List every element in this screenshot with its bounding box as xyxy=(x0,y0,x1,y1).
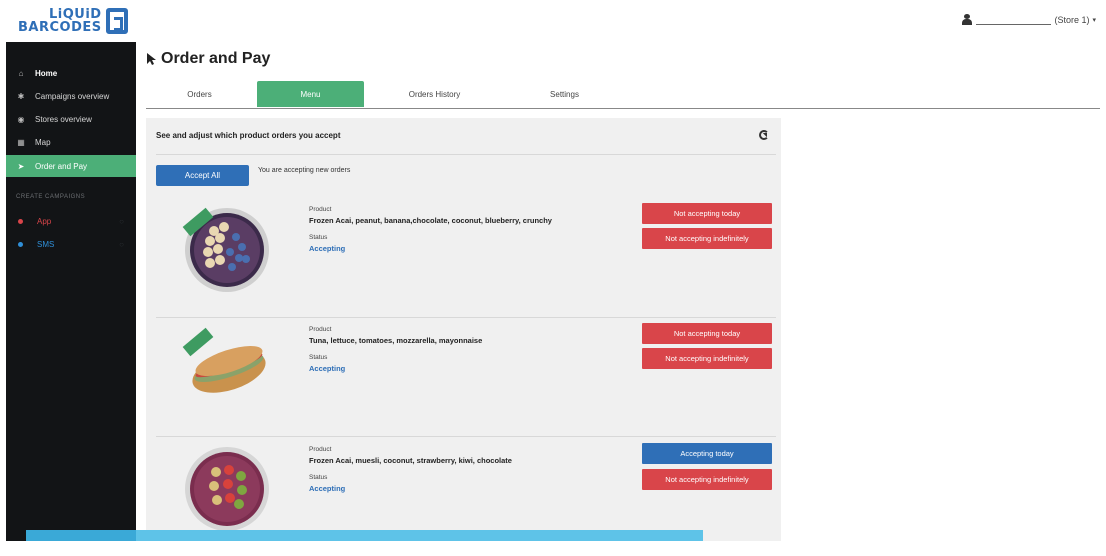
status-label: Status xyxy=(309,234,328,241)
tab-orders[interactable]: Orders xyxy=(146,81,253,107)
refresh-icon[interactable] xyxy=(759,130,769,140)
tab-orders-history[interactable]: Orders History xyxy=(381,81,488,107)
tab-bar: Orders Menu Orders History Settings xyxy=(146,81,1100,109)
tab-menu[interactable]: Menu xyxy=(257,81,364,107)
brand-logo[interactable]: LiQUiD BARCODES xyxy=(18,8,128,34)
product-label: Product xyxy=(309,446,332,453)
product-info: Product Tuna, lettuce, tomatoes, mozzare… xyxy=(309,326,599,373)
page-title: Order and Pay xyxy=(146,50,270,68)
product-info: Product Frozen Acai, muesli, coconut, st… xyxy=(309,446,599,493)
sidebar-item-order-and-pay[interactable]: ➤ Order and Pay xyxy=(6,155,136,177)
sidebar-item-label: Order and Pay xyxy=(35,161,88,171)
brand-line-2: BARCODES xyxy=(18,20,102,35)
brand-text: LiQUiD BARCODES xyxy=(18,8,102,34)
status-value: Accepting xyxy=(309,364,346,373)
sidebar-item-sms[interactable]: SMS ○ xyxy=(6,233,136,255)
user-menu[interactable]: (Store 1) ▾ xyxy=(962,14,1096,25)
divider xyxy=(156,154,776,155)
user-name-field xyxy=(976,15,1052,25)
add-icon: ○ xyxy=(119,239,124,249)
product-name: Frozen Acai, muesli, coconut, strawberry… xyxy=(309,456,512,465)
cursor-icon: ➤ xyxy=(17,161,25,171)
map-icon: ▦ xyxy=(17,137,25,147)
status-value: Accepting xyxy=(309,244,346,253)
accept-status-text: You are accepting new orders xyxy=(258,167,351,174)
sidebar-item-label: Home xyxy=(35,68,58,78)
not-accepting-indefinitely-button[interactable]: Not accepting indefinitely xyxy=(642,228,772,249)
add-icon: ○ xyxy=(119,216,124,226)
top-bar: LiQUiD BARCODES (Store 1) ▾ xyxy=(0,0,1106,42)
not-accepting-today-button[interactable]: Not accepting today xyxy=(642,203,772,224)
bottom-overlay-bar xyxy=(26,530,703,541)
app-dot-icon xyxy=(18,218,23,224)
cursor-icon xyxy=(147,53,156,65)
sidebar: ⌂ Home ✱ Campaigns overview ◉ Stores ove… xyxy=(6,42,136,541)
sidebar-item-app[interactable]: App ○ xyxy=(6,210,136,232)
sidebar-item-stores-overview[interactable]: ◉ Stores overview xyxy=(6,108,136,130)
home-icon: ⌂ xyxy=(18,68,24,78)
sidebar-item-map[interactable]: ▦ Map xyxy=(6,131,136,153)
product-name: Frozen Acai, peanut, banana,chocolate, c… xyxy=(309,216,552,225)
sidebar-section-title: CREATE CAMPAIGNS xyxy=(16,194,86,200)
store-label: (Store 1) xyxy=(1054,14,1090,25)
sidebar-item-home[interactable]: ⌂ Home xyxy=(6,62,136,84)
accepting-today-button[interactable]: Accepting today xyxy=(642,443,772,464)
product-label: Product xyxy=(309,206,332,213)
product-label: Product xyxy=(309,326,332,333)
page-title-text: Order and Pay xyxy=(161,50,271,67)
not-accepting-indefinitely-button[interactable]: Not accepting indefinitely xyxy=(642,348,772,369)
star-icon: ✱ xyxy=(17,91,25,101)
sidebar-item-label: App xyxy=(37,216,52,226)
product-row: Product Tuna, lettuce, tomatoes, mozzare… xyxy=(146,318,781,436)
tab-settings[interactable]: Settings xyxy=(511,81,618,107)
status-label: Status xyxy=(309,474,328,481)
sidebar-item-label: Map xyxy=(35,137,51,147)
brand-mark-icon xyxy=(105,8,128,34)
product-image xyxy=(185,447,269,531)
accept-all-button[interactable]: Accept All xyxy=(156,165,249,186)
divider xyxy=(156,436,776,437)
user-icon xyxy=(962,14,973,25)
panel-header: See and adjust which product orders you … xyxy=(156,131,341,140)
chevron-down-icon: ▾ xyxy=(1092,16,1096,24)
sidebar-item-label: SMS xyxy=(37,239,55,249)
not-accepting-indefinitely-button[interactable]: Not accepting indefinitely xyxy=(642,469,772,490)
menu-panel: See and adjust which product orders you … xyxy=(146,118,781,541)
sidebar-item-label: Campaigns overview xyxy=(35,91,110,101)
sms-dot-icon xyxy=(18,241,23,247)
product-name: Tuna, lettuce, tomatoes, mozzarella, may… xyxy=(309,336,483,345)
sidebar-item-label: Stores overview xyxy=(35,114,92,124)
product-row: Product Frozen Acai, peanut, banana,choc… xyxy=(146,198,781,316)
product-info: Product Frozen Acai, peanut, banana,choc… xyxy=(309,206,599,253)
sidebar-item-campaigns-overview[interactable]: ✱ Campaigns overview xyxy=(6,85,136,107)
not-accepting-today-button[interactable]: Not accepting today xyxy=(642,323,772,344)
status-label: Status xyxy=(309,354,328,361)
status-value: Accepting xyxy=(309,484,346,493)
pin-icon: ◉ xyxy=(17,114,25,124)
